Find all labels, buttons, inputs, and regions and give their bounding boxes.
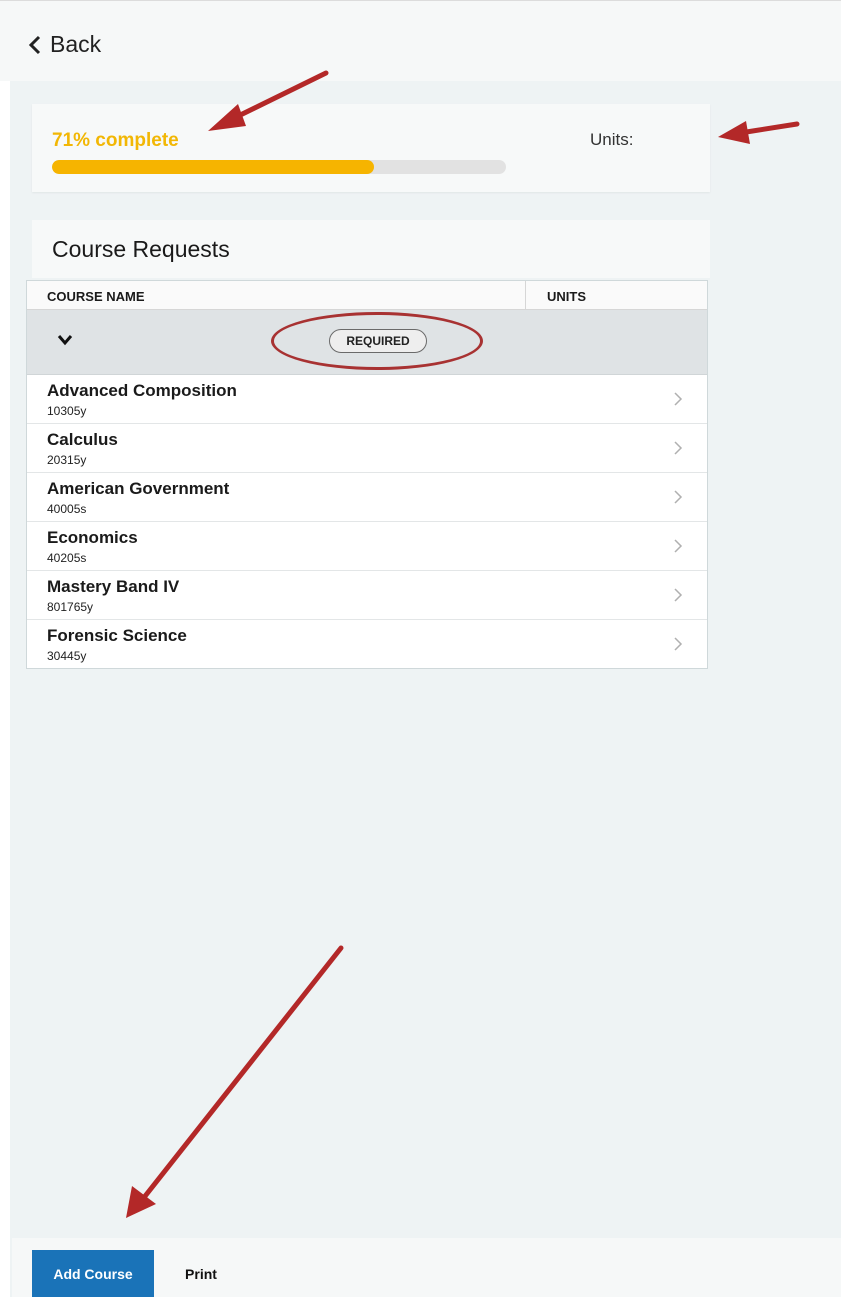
chevron-right-icon [674, 490, 683, 504]
table-row[interactable]: American Government 40005s [27, 473, 707, 522]
table-row[interactable]: Economics 40205s [27, 522, 707, 571]
back-label: Back [50, 31, 102, 57]
course-name: Forensic Science [47, 626, 187, 645]
course-name: Economics [47, 528, 138, 547]
course-code: 40005s [47, 502, 87, 516]
course-name: Mastery Band IV [47, 577, 180, 596]
units-label: Units: [590, 130, 634, 149]
progress-bar [52, 160, 506, 174]
course-code: 20315y [47, 453, 87, 467]
chevron-left-icon [28, 35, 41, 54]
table-row[interactable]: Mastery Band IV 801765y [27, 571, 707, 620]
chevron-right-icon [674, 441, 683, 455]
back-button[interactable]: Back [28, 31, 101, 58]
course-requests-table: COURSE NAME UNITS REQUIRED Advanced Comp… [26, 280, 708, 669]
table-row[interactable]: Calculus 20315y [27, 424, 707, 473]
progress-card: 71% complete Units: [32, 104, 710, 192]
course-name: American Government [47, 479, 230, 498]
column-header-units: UNITS [547, 289, 586, 304]
course-name: Advanced Composition [47, 381, 237, 400]
course-code: 40205s [47, 551, 87, 565]
page-edge [0, 0, 10, 1297]
chevron-right-icon [674, 392, 683, 406]
column-header-course-name: COURSE NAME [47, 289, 145, 304]
annotation-arrow-units [718, 121, 800, 144]
action-bar: Add Course Print [12, 1238, 841, 1297]
course-code: 801765y [47, 600, 94, 614]
table-row[interactable]: Advanced Composition 10305y [27, 375, 707, 424]
annotation-circle [271, 312, 483, 370]
chevron-down-icon[interactable] [57, 334, 73, 346]
annotation-arrow-add-course [126, 945, 344, 1218]
add-course-button[interactable]: Add Course [32, 1250, 154, 1297]
chevron-right-icon [674, 637, 683, 651]
table-row[interactable]: Forensic Science 30445y [27, 620, 707, 668]
progress-bar-fill [52, 160, 375, 174]
print-button[interactable]: Print [164, 1250, 238, 1297]
chevron-right-icon [674, 588, 683, 602]
course-requests-title: Course Requests [52, 236, 230, 262]
table-header: COURSE NAME UNITS [27, 281, 707, 310]
progress-label: 71% complete [52, 130, 179, 151]
column-divider [525, 281, 526, 309]
chevron-right-icon [674, 539, 683, 553]
top-bar: Back [0, 0, 841, 81]
course-requests-header: Course Requests [32, 220, 710, 278]
course-code: 30445y [47, 649, 87, 663]
required-group-row[interactable]: REQUIRED [27, 310, 707, 375]
course-code: 10305y [47, 404, 87, 418]
course-name: Calculus [47, 430, 118, 449]
